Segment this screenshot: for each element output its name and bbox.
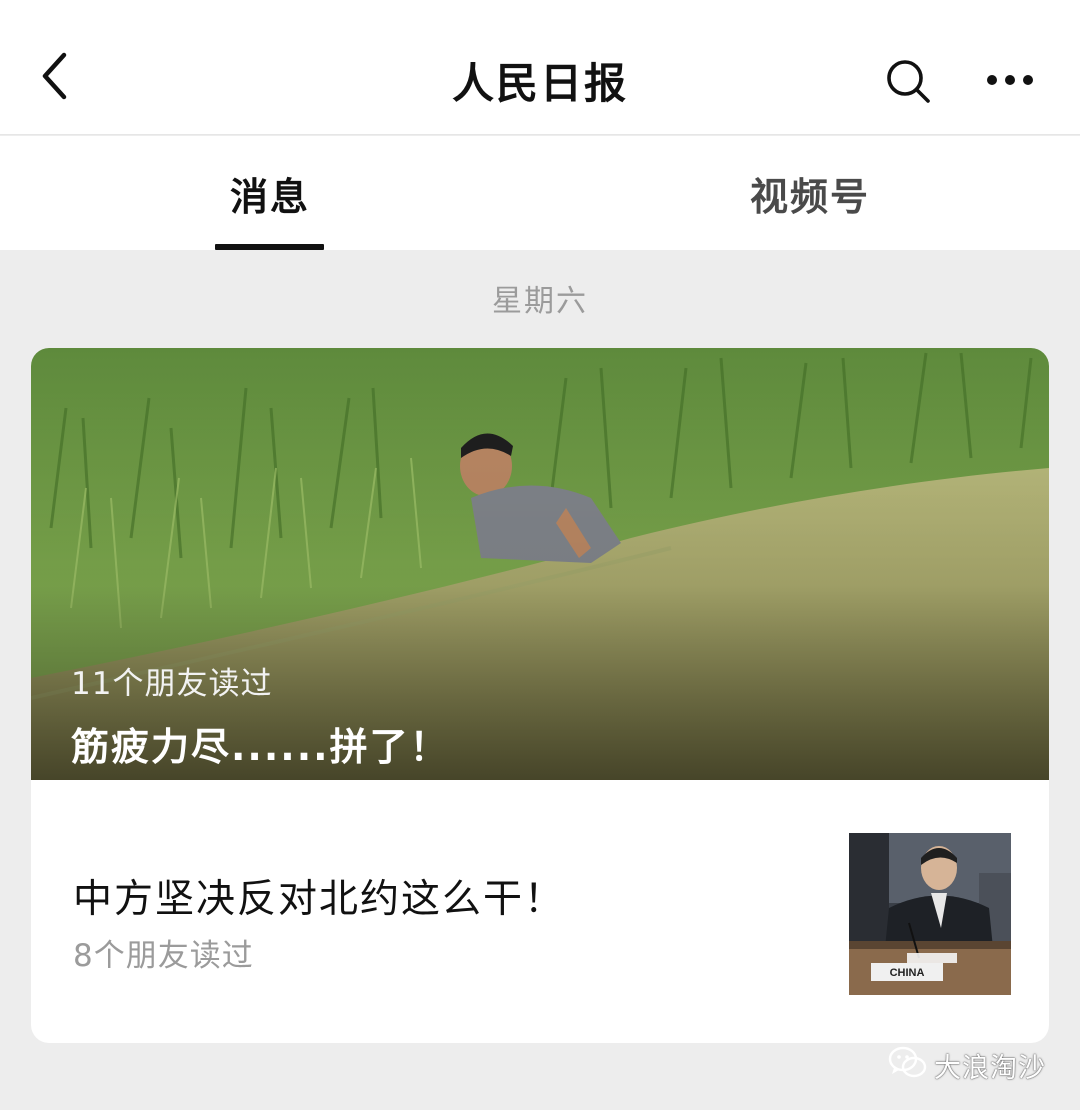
hero-readers-count: 11个朋友读过 xyxy=(71,666,273,702)
more-dots-icon xyxy=(986,71,1034,90)
article-list-item[interactable]: 中方坚决反对北约这么干！ 8个朋友读过 CHINA xyxy=(31,780,1049,1043)
top-bar: 人民日报 xyxy=(0,0,1080,135)
tab-channels[interactable]: 视频号 xyxy=(660,136,960,250)
article-card: 11个朋友读过 筋疲力尽......拼了！ 中方坚决反对北约这么干！ 8个朋友读… xyxy=(31,348,1049,1043)
thumbnail-nameplate-text: CHINA xyxy=(890,967,925,979)
watermark: 大浪淘沙 xyxy=(888,1040,1046,1090)
more-options-button[interactable] xyxy=(982,55,1038,105)
chevron-left-icon xyxy=(40,52,70,104)
article-thumbnail: CHINA xyxy=(849,833,1011,995)
search-icon xyxy=(885,58,931,108)
tab-messages[interactable]: 消息 xyxy=(120,136,420,250)
tab-bar: 消息 视频号 xyxy=(0,136,1080,250)
date-label: 星期六 xyxy=(492,284,588,319)
article-title: 中方坚决反对北约这么干！ xyxy=(73,877,566,922)
active-tab-indicator xyxy=(215,244,324,250)
wechat-logo-icon xyxy=(888,1046,928,1084)
search-button[interactable] xyxy=(880,55,936,111)
watermark-text: 大浪淘沙 xyxy=(934,1052,1046,1084)
article-readers-count: 8个朋友读过 xyxy=(73,938,254,974)
back-button[interactable] xyxy=(30,48,80,108)
hero-article[interactable]: 11个朋友读过 筋疲力尽......拼了！ xyxy=(31,348,1049,780)
hero-article-title: 筋疲力尽......拼了！ xyxy=(71,725,450,769)
